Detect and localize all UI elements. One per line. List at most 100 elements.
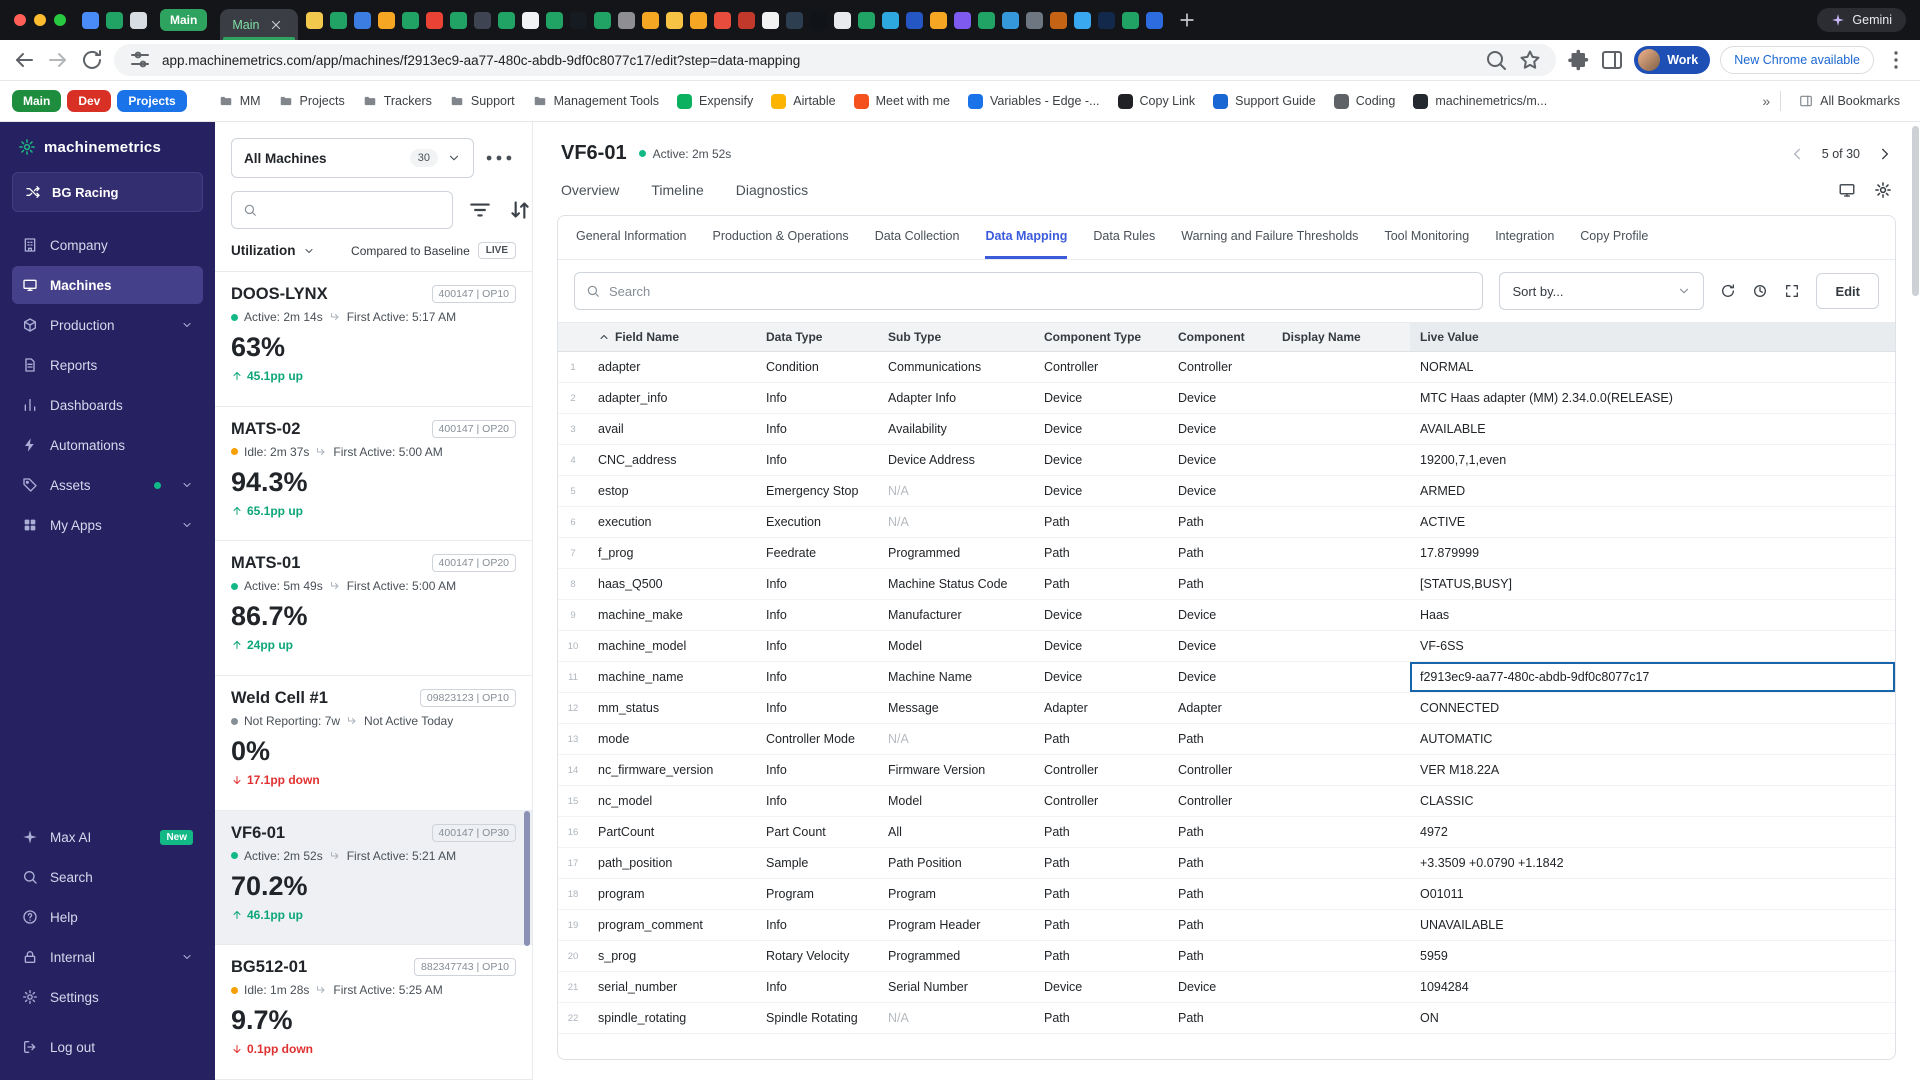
table-row[interactable]: 6 execution Execution N/A Path Path ACTIVE [558, 507, 1895, 538]
bookmark-item-copy-link[interactable]: Copy Link [1110, 89, 1204, 114]
address-bar[interactable]: app.machinemetrics.com/app/machines/f291… [114, 44, 1557, 76]
bookmark-item-meet-with-me[interactable]: Meet with me [846, 89, 958, 114]
list-options-button[interactable] [482, 141, 516, 175]
close-tab-icon[interactable] [269, 18, 283, 32]
table-row[interactable]: 22 spindle_rotating Spindle Rotating N/A Pat… [558, 1003, 1895, 1034]
cell-live-value[interactable]: ARMED [1410, 476, 1895, 506]
cell-live-value[interactable]: UNAVAILABLE [1410, 910, 1895, 940]
cell-field[interactable]: PartCount [588, 817, 756, 847]
machine-group-selector[interactable]: All Machines 30 [231, 138, 474, 178]
cell-field[interactable]: avail [588, 414, 756, 444]
cell-display-name[interactable] [1272, 383, 1410, 413]
pinned-tab-favicon[interactable] [498, 11, 516, 29]
site-info-icon[interactable] [128, 48, 152, 72]
pinned-tab-favicon[interactable] [402, 11, 420, 29]
cell-component[interactable]: Device [1168, 600, 1272, 630]
cell-component-type[interactable]: Controller [1034, 352, 1168, 382]
cell-live-value[interactable]: ACTIVE [1410, 507, 1895, 537]
bookmark-item-variables-edge[interactable]: Variables - Edge -... [960, 89, 1108, 114]
sidebar-item-assets[interactable]: Assets [12, 466, 203, 504]
cell-live-value[interactable]: 4972 [1410, 817, 1895, 847]
cell-display-name[interactable] [1272, 972, 1410, 1002]
cell-field[interactable]: f_prog [588, 538, 756, 568]
machine-search-box[interactable] [231, 191, 453, 229]
side-panel-icon[interactable] [1600, 48, 1624, 72]
cell-data-type[interactable]: Controller Mode [756, 724, 878, 754]
cell-component-type[interactable]: Device [1034, 631, 1168, 661]
cell-display-name[interactable] [1272, 1003, 1410, 1033]
cell-sub-type[interactable]: N/A [878, 507, 1034, 537]
cell-sub-type[interactable]: Program Header [878, 910, 1034, 940]
zoom-window-button[interactable] [54, 14, 66, 26]
cell-sub-type[interactable]: Firmware Version [878, 755, 1034, 785]
pinned-tab-favicon[interactable] [306, 11, 324, 29]
cell-display-name[interactable] [1272, 662, 1410, 692]
table-row[interactable]: 2 adapter_info Info Adapter Info Device Devic… [558, 383, 1895, 414]
pinned-tab-favicon[interactable] [762, 11, 780, 29]
pinned-tab-favicon[interactable] [834, 11, 852, 29]
cell-data-type[interactable]: Info [756, 569, 878, 599]
settings-tab-integration[interactable]: Integration [1495, 216, 1554, 259]
bookmark-folder-support[interactable]: Support [442, 89, 523, 113]
pinned-tab-favicon[interactable] [1074, 11, 1092, 29]
cell-sub-type[interactable]: Model [878, 786, 1034, 816]
cell-field[interactable]: spindle_rotating [588, 1003, 756, 1033]
cell-sub-type[interactable]: N/A [878, 1003, 1034, 1033]
column-header-data-type[interactable]: Data Type [756, 323, 878, 351]
pinned-tab-favicon[interactable] [906, 11, 924, 29]
cell-data-type[interactable]: Emergency Stop [756, 476, 878, 506]
cell-field[interactable]: s_prog [588, 941, 756, 971]
bookmark-folder-trackers[interactable]: Trackers [355, 89, 440, 113]
cell-sub-type[interactable]: Program [878, 879, 1034, 909]
cell-display-name[interactable] [1272, 600, 1410, 630]
cell-component-type[interactable]: Path [1034, 507, 1168, 537]
cell-component-type[interactable]: Device [1034, 662, 1168, 692]
cell-field[interactable]: machine_model [588, 631, 756, 661]
cell-live-value[interactable]: [STATUS,BUSY] [1410, 569, 1895, 599]
cell-data-type[interactable]: Program [756, 879, 878, 909]
cell-data-type[interactable]: Info [756, 414, 878, 444]
minimize-window-button[interactable] [34, 14, 46, 26]
cell-display-name[interactable] [1272, 476, 1410, 506]
cell-field[interactable]: path_position [588, 848, 756, 878]
cell-component-type[interactable]: Adapter [1034, 693, 1168, 723]
cell-component[interactable]: Device [1168, 631, 1272, 661]
table-search-box[interactable] [574, 272, 1484, 310]
cell-component[interactable]: Device [1168, 972, 1272, 1002]
cell-display-name[interactable] [1272, 879, 1410, 909]
cell-display-name[interactable] [1272, 352, 1410, 382]
cell-display-name[interactable] [1272, 538, 1410, 568]
cell-field[interactable]: mm_status [588, 693, 756, 723]
previous-machine-button[interactable] [1790, 146, 1806, 162]
sidebar-item-reports[interactable]: Reports [12, 346, 203, 384]
cell-display-name[interactable] [1272, 569, 1410, 599]
metric-selector[interactable]: Utilization [231, 243, 315, 258]
pinned-tab-favicon[interactable] [1146, 11, 1164, 29]
cell-component-type[interactable]: Controller [1034, 786, 1168, 816]
table-row[interactable]: 18 program Program Program Path Path O01011 [558, 879, 1895, 910]
cell-field[interactable]: serial_number [588, 972, 756, 1002]
cell-data-type[interactable]: Info [756, 662, 878, 692]
pinned-tab-favicon[interactable] [690, 11, 708, 29]
tab-overview[interactable]: Overview [561, 182, 619, 198]
column-header-sub-type[interactable]: Sub Type [878, 323, 1034, 351]
pinned-tab-favicon[interactable] [954, 11, 972, 29]
org-switcher-button[interactable]: BG Racing [12, 172, 203, 212]
all-bookmarks-button[interactable]: All Bookmarks [1791, 89, 1908, 113]
bookmark-item-airtable[interactable]: Airtable [763, 89, 843, 114]
cell-component[interactable]: Path [1168, 507, 1272, 537]
pinned-tab-favicon[interactable] [882, 11, 900, 29]
pinned-tab-favicon[interactable] [1098, 11, 1116, 29]
cell-data-type[interactable]: Condition [756, 352, 878, 382]
pinned-tab-favicon[interactable] [570, 11, 588, 29]
cell-component[interactable]: Path [1168, 569, 1272, 599]
sidebar-item-settings[interactable]: Settings [12, 978, 203, 1016]
cell-component-type[interactable]: Device [1034, 414, 1168, 444]
cell-component-type[interactable]: Path [1034, 879, 1168, 909]
pinned-tab-favicon[interactable] [618, 11, 636, 29]
cell-live-value[interactable]: CONNECTED [1410, 693, 1895, 723]
column-header-component-type[interactable]: Component Type [1034, 323, 1168, 351]
cell-live-value[interactable]: VER M18.22A [1410, 755, 1895, 785]
cell-sub-type[interactable]: Machine Name [878, 662, 1034, 692]
table-row[interactable]: 4 CNC_address Info Device Address Device Devi… [558, 445, 1895, 476]
